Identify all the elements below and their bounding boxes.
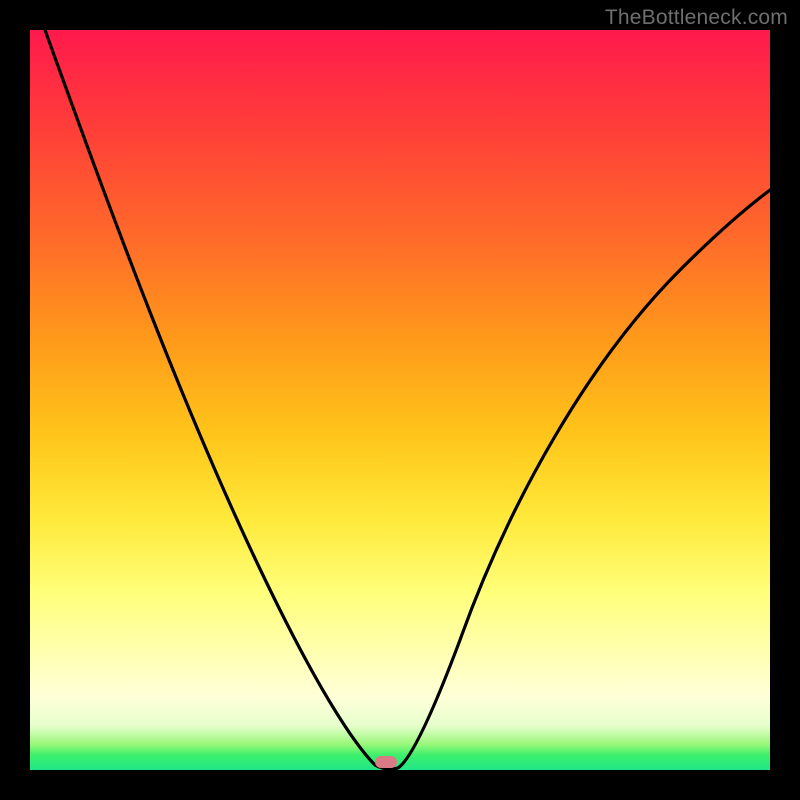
bottleneck-curve-svg: [30, 30, 770, 770]
optimum-marker: [375, 756, 397, 768]
bottleneck-curve: [45, 30, 770, 769]
watermark-text: TheBottleneck.com: [605, 6, 788, 30]
chart-frame: TheBottleneck.com: [0, 0, 800, 800]
plot-area: [30, 30, 770, 770]
